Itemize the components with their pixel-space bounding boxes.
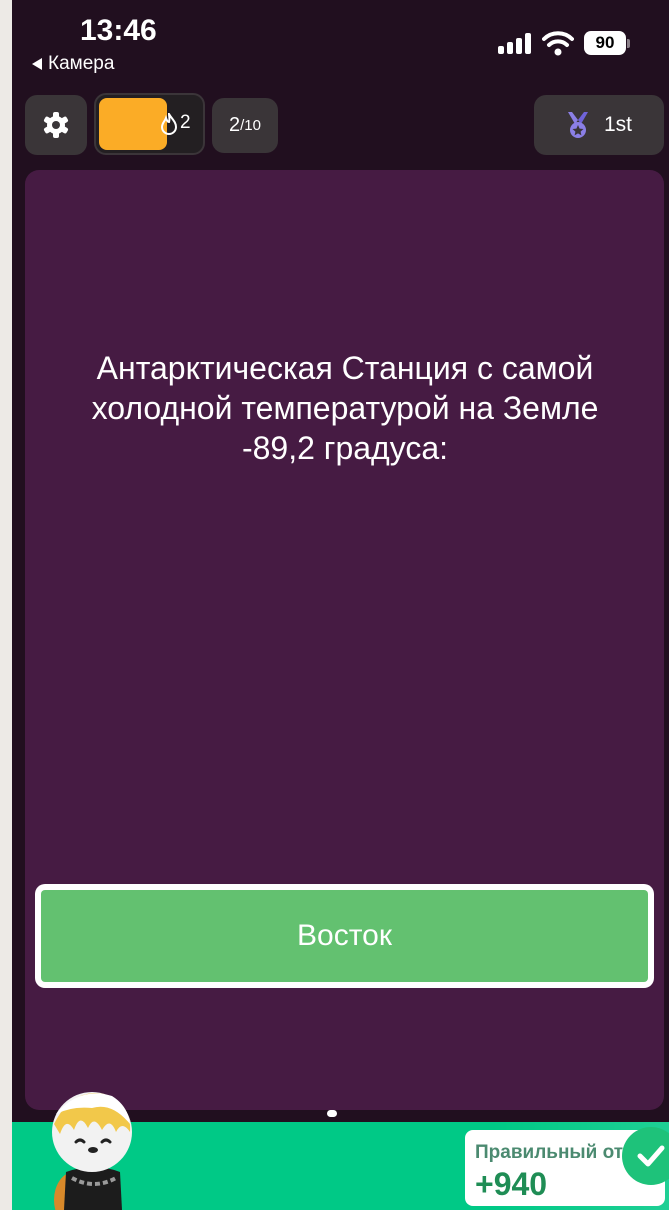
rank-button[interactable]: 1st — [534, 95, 664, 155]
answer-option-label: Восток — [41, 890, 648, 982]
question-card: Антарктическая Станция с самой холодной … — [25, 170, 664, 1110]
rank-label: 1st — [603, 113, 632, 136]
question-progress: 2/10 — [212, 98, 278, 153]
battery-level: 90 — [584, 31, 626, 55]
gear-icon — [43, 112, 69, 138]
settings-button[interactable] — [25, 95, 87, 155]
streak-meter: 2 — [94, 93, 205, 155]
wifi-icon — [542, 31, 574, 56]
back-to-camera-link[interactable]: Камера — [32, 53, 114, 75]
medal-icon — [567, 112, 588, 138]
flame-icon — [160, 113, 178, 135]
question-text: Антарктическая Станция с самой холодной … — [91, 350, 599, 466]
progress-total: 10 — [244, 117, 261, 134]
status-bar: 13:46 Камера 90 — [12, 0, 669, 82]
progress-current: 2 — [229, 114, 241, 136]
status-time: 13:46 — [80, 14, 157, 47]
player-avatar — [52, 1092, 132, 1210]
back-link-label: Камера — [48, 53, 115, 74]
cellular-signal-icon — [498, 32, 534, 54]
result-label: Правильный от — [475, 1142, 624, 1163]
battery-icon: 90 — [584, 31, 630, 57]
streak-count: 2 — [180, 112, 191, 133]
page-indicator-dot — [327, 1110, 337, 1117]
answer-option-button[interactable]: Восток — [35, 884, 654, 988]
result-points: +940 — [475, 1166, 548, 1202]
back-arrow-icon — [32, 58, 42, 70]
phone-screen: 13:46 Камера 90 2 2 / 10 1st Антарктичес… — [12, 0, 669, 1210]
streak-fill-bar — [99, 98, 167, 150]
